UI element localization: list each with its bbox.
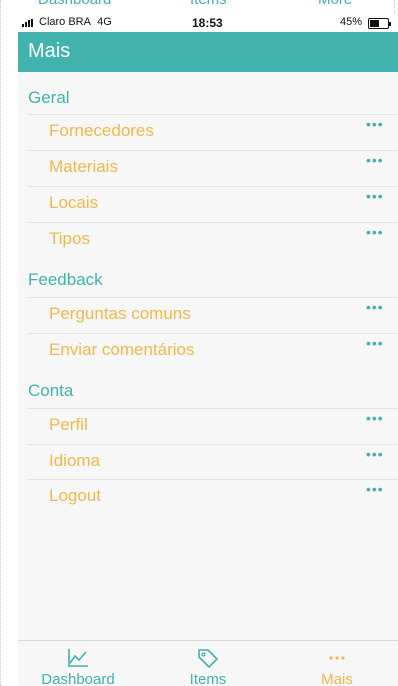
row-divider [28,444,398,445]
row-divider [28,150,398,151]
tab-bar: Dashboard Items Mais [18,640,398,686]
list-item-idioma[interactable]: Idioma ••• [28,444,398,479]
list-item-label: Tipos [49,229,90,248]
more-dots-icon[interactable]: ••• [366,299,384,315]
tab-label: Mais [321,671,353,686]
row-divider [28,479,398,480]
list-item-label: Materiais [49,157,118,176]
ghost-tab-bar: Dashboard Items More [18,0,398,11]
row-divider [28,186,398,187]
list-item-label: Perfil [49,415,88,434]
list-item-perguntas-comuns[interactable]: Perguntas comuns ••• [28,297,398,332]
more-dots-icon[interactable]: ••• [366,152,384,168]
more-dots-icon [325,647,349,674]
screen: Dashboard Items More Claro BRA 4G 18:53 … [0,0,398,686]
tag-icon [196,647,220,674]
list-item-materiais[interactable]: Materiais ••• [28,150,398,185]
section-header-feedback: Feedback [28,270,103,289]
list-item-logout[interactable]: Logout ••• [28,479,398,514]
list-item-label: Enviar comentários [49,340,195,359]
tab-mais[interactable]: Mais [277,641,397,686]
list-item-locais[interactable]: Locais ••• [28,186,398,221]
tab-dashboard[interactable]: Dashboard [18,641,138,686]
list-item-enviar-comentarios[interactable]: Enviar comentários ••• [28,333,398,368]
ghost-tab-dashboard: Dashboard [38,0,111,8]
tab-items[interactable]: Items [148,641,268,686]
more-dots-icon[interactable]: ••• [366,224,384,240]
battery-percent: 45% [340,16,363,28]
battery-icon [368,18,391,29]
row-divider [28,222,398,223]
status-time: 18:53 [192,16,223,30]
more-dots-icon[interactable]: ••• [366,481,384,497]
page-title: Mais [28,40,71,62]
carrier-label: Claro BRA 4G [39,16,112,28]
tab-label: Items [189,671,227,686]
settings-list: Geral Fornecedores ••• Materiais ••• Loc… [18,72,398,640]
frame-guide-left [0,0,1,686]
status-bar: Claro BRA 4G 18:53 45% [18,14,398,32]
more-dots-icon[interactable]: ••• [366,335,384,351]
list-item-label: Logout [49,486,101,505]
more-dots-icon[interactable]: ••• [366,116,384,132]
list-item-tipos[interactable]: Tipos ••• [28,222,398,257]
list-item-perfil[interactable]: Perfil ••• [28,408,398,443]
section-header-conta: Conta [28,381,74,400]
list-item-label: Idioma [49,451,101,470]
ghost-tab-items: Items [190,0,227,8]
row-divider [28,333,398,334]
row-divider [28,408,398,409]
list-item-label: Perguntas comuns [49,304,191,323]
chart-line-icon [66,647,90,674]
ghost-tab-more: More [318,0,352,8]
signal-strength-icon [22,19,36,27]
list-item-label: Locais [49,193,99,212]
more-dots-icon[interactable]: ••• [366,410,384,426]
list-item-fornecedores[interactable]: Fornecedores ••• [28,114,398,149]
navigation-bar: Mais [18,32,398,72]
app-window: Claro BRA 4G 18:53 45% Mais Geral Fornec… [18,14,398,686]
more-dots-icon[interactable]: ••• [366,446,384,462]
section-header-geral: Geral [28,88,70,107]
more-dots-icon[interactable]: ••• [366,188,384,204]
row-divider [28,297,398,298]
row-divider [28,114,398,115]
list-item-label: Fornecedores [49,121,154,140]
tab-label: Dashboard [41,671,115,686]
